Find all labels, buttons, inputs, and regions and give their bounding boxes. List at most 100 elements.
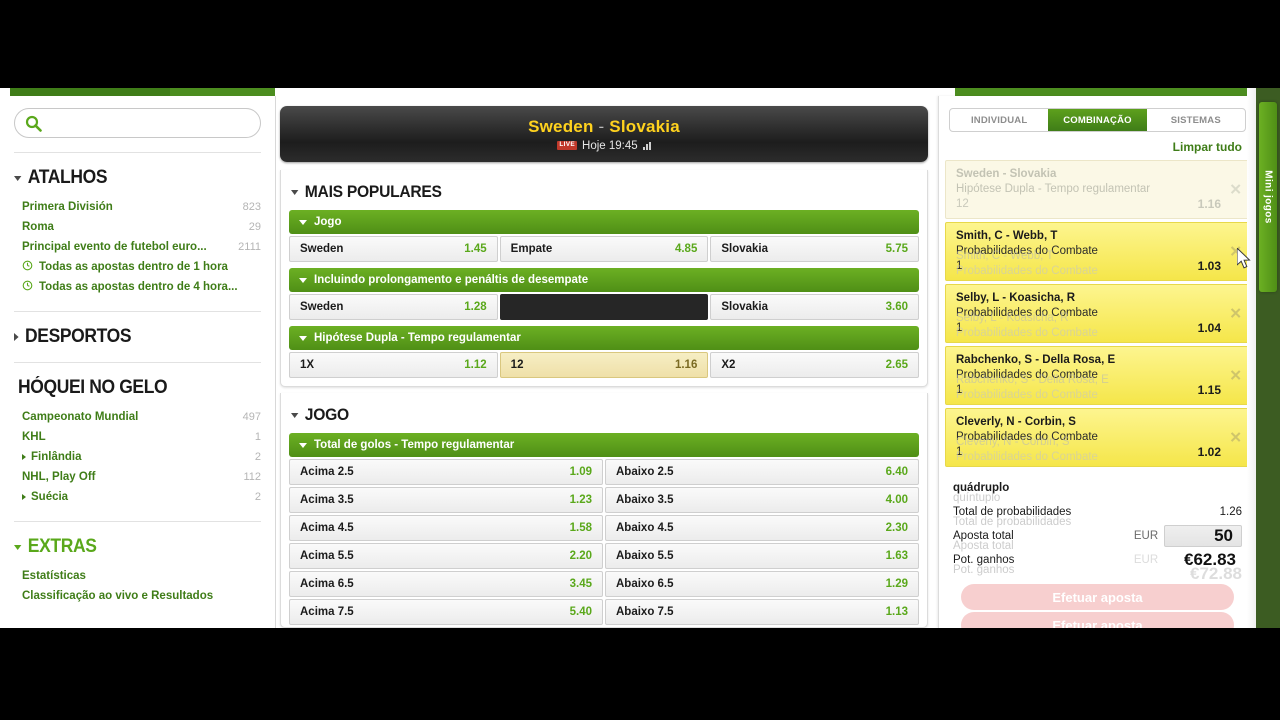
odd-button[interactable]: Sweden 1.28 xyxy=(289,294,498,320)
betslip-panel: INDIVIDUAL COMBINAÇÃO SISTEMAS Limpar tu… xyxy=(938,96,1256,628)
top-green-bar-right xyxy=(955,88,1255,96)
close-icon[interactable]: ✕ xyxy=(1229,430,1242,445)
betslip-item[interactable]: Selby, L - Koasicha, R Probabilidades do… xyxy=(945,284,1250,343)
place-bet-button[interactable]: Efetuar aposta xyxy=(961,612,1234,628)
sidebar-item-count: 497 xyxy=(242,411,261,423)
ghost-text: quíntuplo xyxy=(953,492,1001,504)
chevron-right-icon xyxy=(22,494,26,500)
group-title-popular[interactable]: MAIS POPULARES xyxy=(291,182,869,202)
sidebar-item-suecia[interactable]: Suécia 2 xyxy=(14,487,261,507)
stats-bar-icon[interactable] xyxy=(642,141,651,150)
odd-value: 4.00 xyxy=(885,494,908,506)
betslip-item-bottom: 1 1.03 xyxy=(956,259,1221,274)
close-icon[interactable]: ✕ xyxy=(1229,368,1242,383)
odd-button[interactable]: Acima 4.5 1.58 xyxy=(289,515,603,541)
odd-label: Acima 2.5 xyxy=(300,466,354,478)
sidebar-item-roma[interactable]: Roma 29 xyxy=(14,217,261,237)
tab-sistemas[interactable]: SISTEMAS xyxy=(1147,109,1245,131)
section-header-sports[interactable]: DESPORTOS xyxy=(14,326,241,348)
section-header-shortcuts[interactable]: ATALHOS xyxy=(14,167,241,189)
odd-button[interactable]: Abaixo 2.5 6.40 xyxy=(605,459,919,485)
odd-button[interactable]: Abaixo 6.5 1.29 xyxy=(605,571,919,597)
betslip-item[interactable]: Smith, C - Webb, T Probabilidades do Com… xyxy=(945,222,1250,281)
sidebar-item-count: 2 xyxy=(254,491,261,503)
sidebar-item-label: Principal evento de futebol euro... xyxy=(22,241,207,253)
mini-games-tab[interactable]: Mini jogos xyxy=(1259,102,1277,292)
odd-button[interactable]: Abaixo 5.5 1.63 xyxy=(605,543,919,569)
odd-button[interactable]: Abaixo 3.5 4.00 xyxy=(605,487,919,513)
betslip-item[interactable]: Sweden - Slovakia Hipótese Dupla - Tempo… xyxy=(945,160,1250,219)
odd-button[interactable]: X2 2.65 xyxy=(710,352,920,378)
sidebar-item-bets-1h[interactable]: Todas as apostas dentro de 1 hora xyxy=(14,257,261,277)
market-header-extratime[interactable]: Incluindo prolongamento e penáltis de de… xyxy=(289,268,919,292)
sidebar-item-khl[interactable]: KHL 1 xyxy=(14,427,261,447)
sidebar-item-campeonato-mundial[interactable]: Campeonato Mundial 497 xyxy=(14,407,261,427)
chevron-right-icon xyxy=(14,333,19,341)
group-title-text: MAIS POPULARES xyxy=(304,182,442,201)
section-title-text: ATALHOS xyxy=(27,167,108,188)
odd-button[interactable]: Abaixo 4.5 2.30 xyxy=(605,515,919,541)
chevron-down-icon xyxy=(299,442,307,448)
screenshot-root: ATALHOS Primera División 823 Roma 29 Pri… xyxy=(0,0,1280,720)
market-header-jogo[interactable]: Jogo xyxy=(289,210,919,234)
betslip-item-odd: 1.03 xyxy=(1197,259,1221,273)
odd-value: 4.85 xyxy=(674,243,698,255)
betslip-item[interactable]: Cleverly, N - Corbin, S Probabilidades d… xyxy=(945,408,1250,467)
odd-label: 1X xyxy=(300,359,315,371)
odd-button[interactable]: Slovakia 3.60 xyxy=(710,294,920,320)
group-title-jogo[interactable]: JOGO xyxy=(291,405,869,425)
odd-label: Sweden xyxy=(300,301,344,313)
odd-button[interactable]: Empate 4.85 xyxy=(499,236,709,262)
stake-input[interactable]: 50 xyxy=(1164,525,1242,547)
tab-combinacao[interactable]: COMBINAÇÃO xyxy=(1048,109,1147,131)
divider xyxy=(14,311,261,312)
extras-item-statistics[interactable]: Estatísticas xyxy=(14,566,261,586)
odd-button[interactable]: Sweden 1.45 xyxy=(289,236,498,262)
odd-value: 3.60 xyxy=(885,301,909,313)
betslip-item-event: Rabchenko, S - Della Rosa, E xyxy=(956,354,1116,366)
odds-row: 1X 1.12 12 1.16 X2 2.65 xyxy=(289,352,920,378)
clock-icon xyxy=(22,280,33,294)
odd-value: 2.65 xyxy=(885,359,909,371)
total-odds-value: 1.26 xyxy=(1219,506,1242,518)
sidebar-item-finlandia[interactable]: Finlândia 2 xyxy=(14,447,261,467)
group-title-text: JOGO xyxy=(304,405,349,424)
betslip-item-odd: 1.02 xyxy=(1197,445,1221,459)
odd-label: Abaixo 5.5 xyxy=(616,550,674,562)
chevron-down-icon xyxy=(14,175,22,181)
odd-button[interactable]: Acima 6.5 3.45 xyxy=(289,571,603,597)
odd-button[interactable]: Abaixo 7.5 1.13 xyxy=(605,599,919,625)
divider xyxy=(14,362,261,363)
section-header-hockey[interactable]: HÓQUEI NO GELO xyxy=(18,377,242,399)
market-header-totalgoals[interactable]: Total de golos - Tempo regulamentar xyxy=(289,433,919,457)
sidebar-item-euro-football[interactable]: Principal evento de futebol euro... 2111 xyxy=(14,237,261,257)
odd-button[interactable]: Acima 2.5 1.09 xyxy=(289,459,603,485)
tab-individual[interactable]: INDIVIDUAL xyxy=(950,109,1048,131)
betslip-items: Sweden - Slovakia Hipótese Dupla - Tempo… xyxy=(939,160,1256,467)
odd-button[interactable]: 1X 1.12 xyxy=(289,352,498,378)
odd-button-selected[interactable]: 12 1.16 xyxy=(499,352,709,378)
odd-button[interactable]: Acima 7.5 5.40 xyxy=(289,599,603,625)
sidebar-item-primera[interactable]: Primera División 823 xyxy=(14,197,261,217)
odd-button[interactable]: Acima 5.5 2.20 xyxy=(289,543,603,569)
close-icon[interactable]: ✕ xyxy=(1229,182,1242,197)
clear-all-link[interactable]: Limpar tudo xyxy=(939,132,1256,160)
odd-value: 2.30 xyxy=(885,522,908,534)
odd-value: 1.29 xyxy=(885,578,908,590)
extras-item-livescores[interactable]: Classificação ao vivo e Resultados xyxy=(14,586,261,606)
search-box[interactable] xyxy=(14,108,261,138)
close-icon[interactable]: ✕ xyxy=(1229,306,1242,321)
odd-button[interactable]: Slovakia 5.75 xyxy=(710,236,920,262)
sidebar-item-label: NHL, Play Off xyxy=(22,471,96,483)
sidebar-item-nhl-playoff[interactable]: NHL, Play Off 112 xyxy=(14,467,261,487)
betslip-item[interactable]: Rabchenko, S - Della Rosa, E Probabilida… xyxy=(945,346,1250,405)
sidebar-item-bets-4h[interactable]: Todas as apostas dentro de 4 hora... xyxy=(14,277,261,297)
mini-games-label: Mini jogos xyxy=(1262,170,1274,224)
market-header-doublechance[interactable]: Hipótese Dupla - Tempo regulamentar xyxy=(289,326,919,350)
top-green-bar-mid xyxy=(170,88,275,96)
odd-label: Slovakia xyxy=(721,243,769,255)
odd-label: Sweden xyxy=(300,243,344,255)
odd-button[interactable]: Acima 3.5 1.23 xyxy=(289,487,603,513)
search-input[interactable] xyxy=(48,116,250,130)
section-header-extras[interactable]: EXTRAS xyxy=(14,536,241,558)
